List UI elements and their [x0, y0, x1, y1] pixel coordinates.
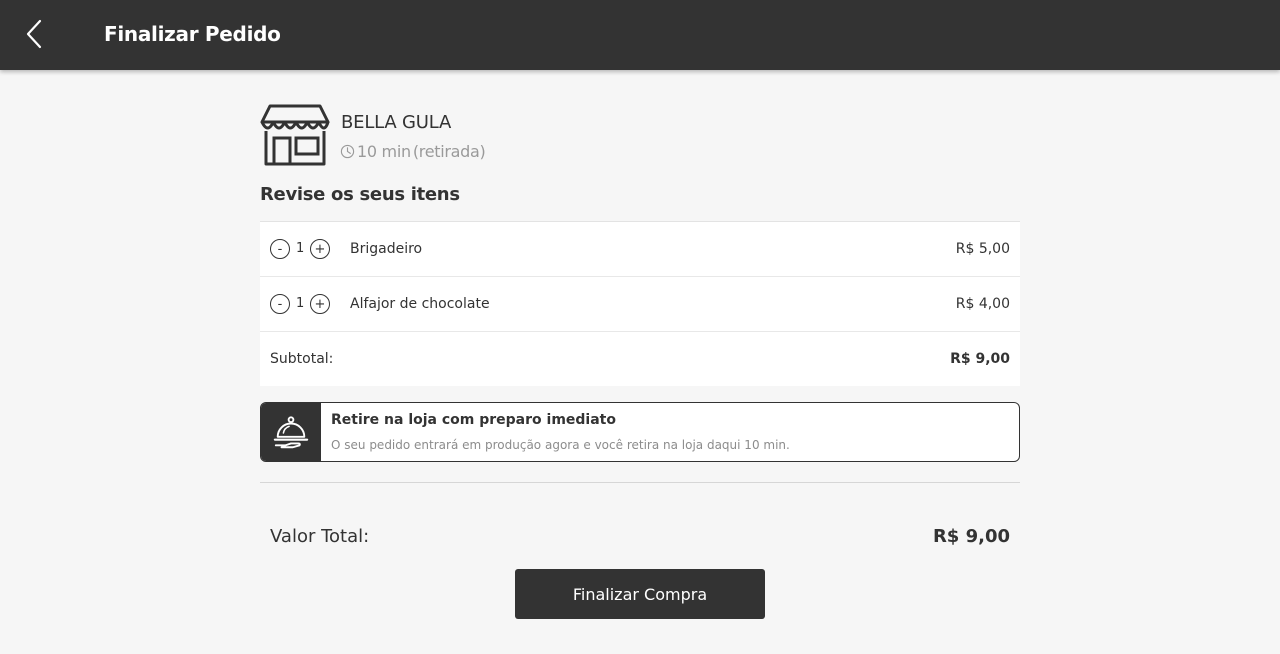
subtotal-value: R$ 9,00 [950, 351, 1010, 367]
pickup-icon-box [261, 403, 321, 461]
back-button[interactable] [14, 12, 54, 56]
store-info: BELLA GULA 10 min (retirada) [260, 104, 1020, 168]
store-time-value: 10 min [357, 142, 411, 161]
list-item: - 1 + Alfajor de chocolate R$ 4,00 [260, 277, 1020, 332]
review-title: Revise os seus itens [260, 184, 460, 205]
list-item: - 1 + Brigadeiro R$ 5,00 [260, 222, 1020, 277]
decrease-quantity-button[interactable]: - [270, 294, 290, 314]
increase-quantity-button[interactable]: + [310, 239, 330, 259]
store-mode: (retirada) [412, 142, 486, 161]
app-header: Finalizar Pedido [0, 0, 1280, 70]
pickup-option-card[interactable]: Retire na loja com preparo imediato O se… [260, 402, 1020, 462]
item-price: R$ 4,00 [955, 296, 1010, 312]
increase-quantity-button[interactable]: + [310, 294, 330, 314]
finish-purchase-button[interactable]: Finalizar Compra [515, 569, 765, 619]
subtotal-label: Subtotal: [270, 351, 334, 367]
item-name: Brigadeiro [350, 241, 423, 257]
item-price: R$ 5,00 [955, 241, 1010, 257]
chevron-left-icon[interactable] [24, 18, 44, 50]
clock-icon [340, 144, 355, 159]
order-items-list: - 1 + Brigadeiro R$ 5,00 - 1 + Alfajor d… [260, 221, 1020, 386]
store-name: BELLA GULA [341, 112, 452, 133]
storefront-icon [260, 104, 330, 166]
quantity-value: 1 [296, 296, 305, 311]
decrease-quantity-button[interactable]: - [270, 239, 290, 259]
quantity-value: 1 [296, 241, 305, 256]
pickup-title: Retire na loja com preparo imediato [331, 412, 616, 428]
subtotal-row: Subtotal: R$ 9,00 [260, 332, 1020, 386]
serving-cloche-icon [273, 416, 309, 449]
total-label: Valor Total: [270, 526, 370, 547]
store-pickup-time: 10 min (retirada) [340, 142, 486, 161]
page-title: Finalizar Pedido [104, 22, 281, 46]
total-value: R$ 9,00 [932, 526, 1010, 547]
pickup-description: O seu pedido entrará em produção agora e… [331, 438, 790, 452]
item-name: Alfajor de chocolate [350, 296, 490, 312]
divider [260, 482, 1020, 483]
